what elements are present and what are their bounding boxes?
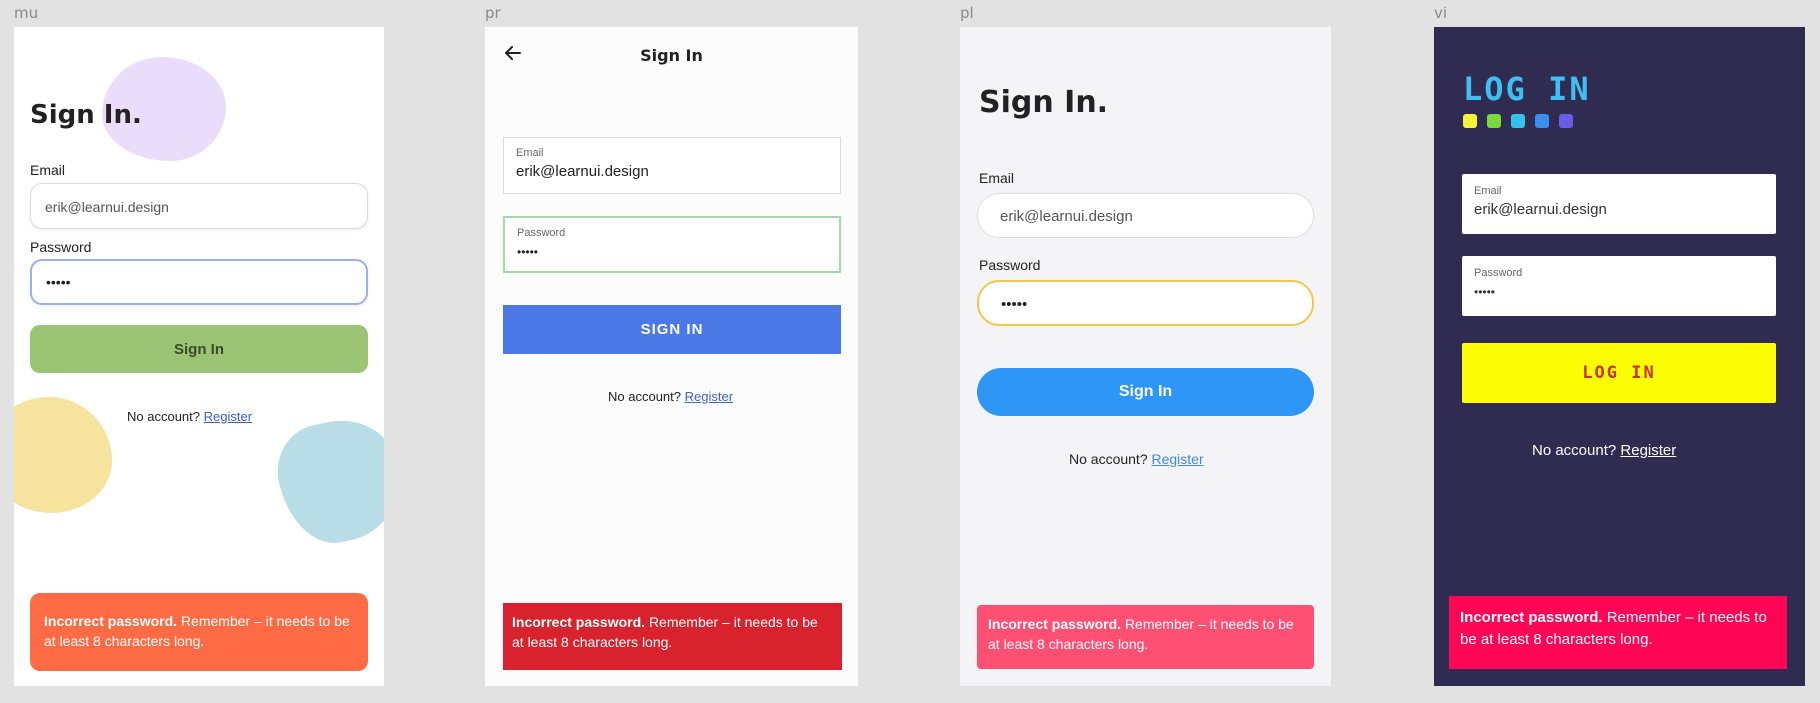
error-toast: Incorrect password. Remember – it needs … (977, 605, 1314, 669)
sign-in-button[interactable]: Sign In (977, 368, 1314, 416)
password-label: Password (1474, 267, 1523, 279)
register-link[interactable]: Register (1620, 442, 1676, 459)
log-in-button[interactable]: LOG IN (1462, 343, 1776, 403)
no-account-row: No account? Register (1532, 442, 1676, 459)
password-field[interactable]: ••••• (30, 259, 368, 305)
error-title: Incorrect password. (512, 614, 646, 630)
password-field[interactable]: Password ••••• (503, 216, 841, 273)
password-value: ••••• (517, 245, 539, 259)
logo-dot-blue-icon (1535, 114, 1549, 128)
password-label: Password (979, 257, 1041, 273)
decorative-blob-blue (268, 409, 384, 553)
email-value: erik@learnui.design (1000, 208, 1133, 225)
no-account-text: No account? (127, 409, 200, 424)
no-account-row: No account? Register (1069, 451, 1204, 467)
error-title: Incorrect password. (44, 613, 178, 629)
error-toast: Incorrect password. Remember – it needs … (503, 603, 842, 670)
logo-dot-yellow-icon (1463, 114, 1477, 128)
email-label: Email (979, 170, 1015, 186)
email-field[interactable]: Email erik@learnui.design (503, 137, 841, 194)
frame-label-pl: pl (960, 4, 974, 22)
logo-dot-cyan-icon (1511, 114, 1525, 128)
register-link[interactable]: Register (1152, 451, 1204, 467)
email-value: erik@learnui.design (516, 163, 649, 180)
register-link[interactable]: Register (204, 409, 252, 424)
error-toast: Incorrect password. Remember – it needs … (30, 593, 368, 671)
email-value: erik@learnui.design (1474, 201, 1607, 218)
email-field[interactable]: erik@learnui.design (30, 183, 368, 229)
decorative-blob-yellow (14, 397, 112, 513)
no-account-row: No account? Register (127, 409, 252, 424)
page-title: Sign In. (979, 85, 1109, 120)
error-title: Incorrect password. (1460, 609, 1603, 626)
email-field[interactable]: erik@learnui.design (977, 193, 1314, 238)
no-account-text: No account? (608, 389, 681, 404)
password-label: Password (517, 227, 566, 239)
no-account-row: No account? Register (608, 389, 733, 404)
password-value: ••••• (1001, 296, 1028, 313)
frame-mu: Sign In. Email erik@learnui.design Passw… (14, 27, 384, 686)
no-account-text: No account? (1532, 442, 1617, 459)
email-value: erik@learnui.design (45, 199, 169, 215)
frame-pr: Sign In Email erik@learnui.design Passwo… (485, 27, 858, 686)
password-value: ••••• (1474, 285, 1496, 299)
sign-in-button[interactable]: Sign In (30, 325, 368, 373)
password-label: Password (30, 239, 92, 255)
logo-dot-green-icon (1487, 114, 1501, 128)
frame-label-pr: pr (485, 4, 501, 22)
email-label: Email (516, 147, 544, 159)
register-link[interactable]: Register (685, 389, 733, 404)
frame-pl: Sign In. Email erik@learnui.design Passw… (960, 27, 1331, 686)
page-title: Sign In. (30, 100, 142, 130)
frame-vi: LOG IN Email erik@learnui.design Passwor… (1434, 27, 1805, 686)
page-title: Sign In (640, 46, 703, 65)
email-label: Email (1474, 185, 1502, 197)
frame-label-vi: vi (1434, 4, 1448, 22)
email-label: Email (30, 162, 66, 178)
password-field[interactable]: ••••• (977, 280, 1314, 326)
email-field[interactable]: Email erik@learnui.design (1462, 174, 1776, 234)
error-toast: Incorrect password. Remember – it needs … (1449, 596, 1787, 669)
logo-title: LOG IN (1463, 70, 1591, 108)
no-account-text: No account? (1069, 451, 1148, 467)
logo-dot-purple-icon (1559, 114, 1573, 128)
frame-label-mu: mu (14, 4, 39, 22)
sign-in-button[interactable]: SIGN IN (503, 305, 841, 354)
error-title: Incorrect password. (988, 616, 1122, 632)
password-value: ••••• (46, 274, 71, 290)
password-field[interactable]: Password ••••• (1462, 256, 1776, 316)
